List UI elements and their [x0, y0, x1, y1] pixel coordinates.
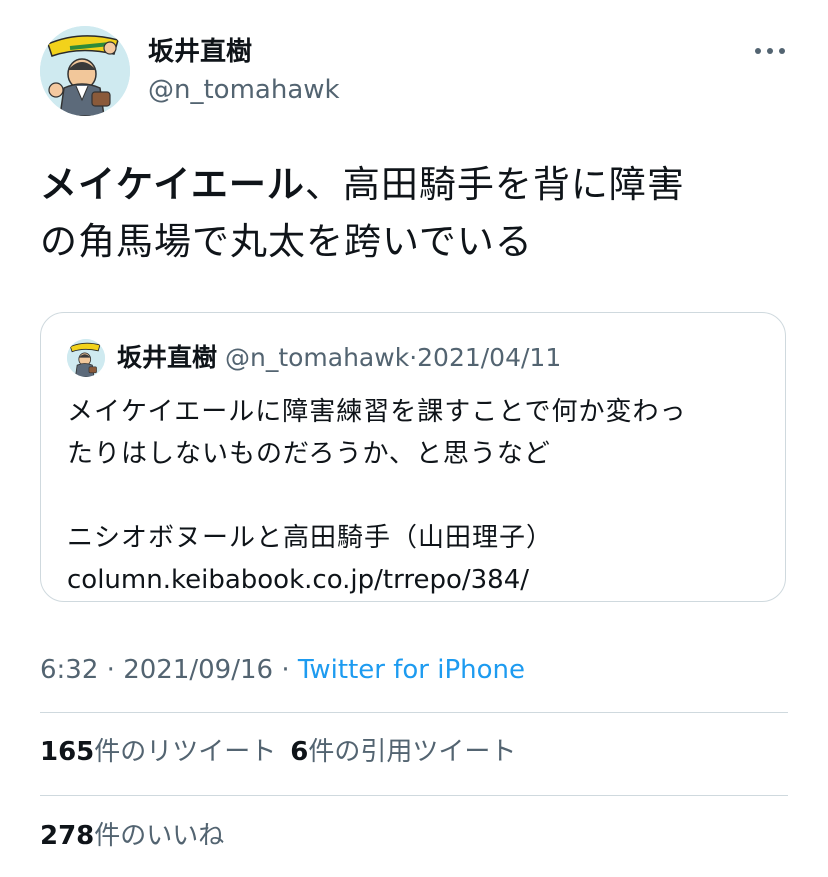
engagement-row-likes: 278件のいいね — [40, 818, 224, 854]
author-handle[interactable]: @n_tomahawk — [148, 74, 340, 106]
quoted-date: 2021/04/11 — [417, 343, 562, 372]
quoted-tweet-text: メイケイエールに障害練習を課すことで何か変わっ たりはしないものだろうか、と思う… — [67, 391, 767, 601]
quoted-author-handle: @n_tomahawk — [224, 343, 410, 372]
likes-count: 278 — [40, 821, 95, 851]
likes-stat[interactable]: 278件のいいね — [40, 821, 224, 851]
quoted-author-avatar — [67, 339, 105, 377]
tweet-text-bold: メイケイエール — [40, 163, 305, 206]
divider — [40, 712, 788, 713]
tweet-meta: 6:32 · 2021/09/16 · Twitter for iPhone — [40, 652, 525, 688]
quotes-count: 6 — [290, 737, 309, 767]
retweets-count: 165 — [40, 737, 95, 767]
quoted-text-line-1: メイケイエールに障害練習を課すことで何か変わっ — [67, 397, 687, 427]
quoted-text-link: column.keibabook.co.jp/trrepo/384/ — [67, 565, 529, 595]
tweet-date[interactable]: 2021/09/16 — [123, 655, 273, 685]
avatar-illustration-icon — [40, 26, 130, 116]
quoted-text-blank-line — [67, 475, 767, 517]
retweets-stat[interactable]: 165件のリツイート — [40, 737, 276, 767]
quoted-text-line-3: ニシオボヌールと高田騎手（山田理子） — [67, 523, 554, 553]
tweet-text-line-1: メイケイエール、高田騎手を背に障害 — [40, 156, 800, 213]
likes-label: 件のいいね — [94, 821, 225, 851]
quote-tweets-stat[interactable]: 6件の引用ツイート — [290, 737, 516, 767]
quotes-label: 件の引用ツイート — [308, 737, 517, 767]
meta-separator-1: · — [106, 655, 115, 685]
tweet-text-line-2: の角馬場で丸太を跨いでいる — [40, 220, 533, 263]
author-display-name[interactable]: 坂井直樹 — [148, 36, 252, 68]
quoted-tweet-header: 坂井直樹 @n_tomahawk·2021/04/11 — [117, 341, 561, 375]
more-horizontal-icon — [755, 48, 785, 54]
tweet-source-link[interactable]: Twitter for iPhone — [298, 655, 525, 685]
quoted-avatar-illustration-icon — [67, 339, 105, 377]
divider — [40, 795, 788, 796]
quoted-tweet-card[interactable]: 坂井直樹 @n_tomahawk·2021/04/11 メイケイエールに障害練習… — [40, 312, 786, 602]
quoted-author-name: 坂井直樹 — [117, 343, 218, 372]
meta-separator-2: · — [281, 655, 290, 685]
retweets-label: 件のリツイート — [94, 737, 277, 767]
tweet-detail: 坂井直樹 @n_tomahawk メイケイエール、高田騎手を背に障害 の角馬場で… — [0, 0, 828, 877]
author-avatar[interactable] — [40, 26, 130, 116]
tweet-time[interactable]: 6:32 — [40, 655, 98, 685]
quoted-text-line-2: たりはしないものだろうか、と思うなど — [67, 439, 551, 469]
tweet-text-line-1-rest: 、高田騎手を背に障害 — [304, 163, 685, 206]
more-options-button[interactable] — [750, 36, 790, 66]
tweet-text: メイケイエール、高田騎手を背に障害 の角馬場で丸太を跨いでいる — [40, 156, 800, 270]
engagement-row-retweets: 165件のリツイート 6件の引用ツイート — [40, 734, 516, 770]
quoted-separator: · — [409, 343, 418, 372]
